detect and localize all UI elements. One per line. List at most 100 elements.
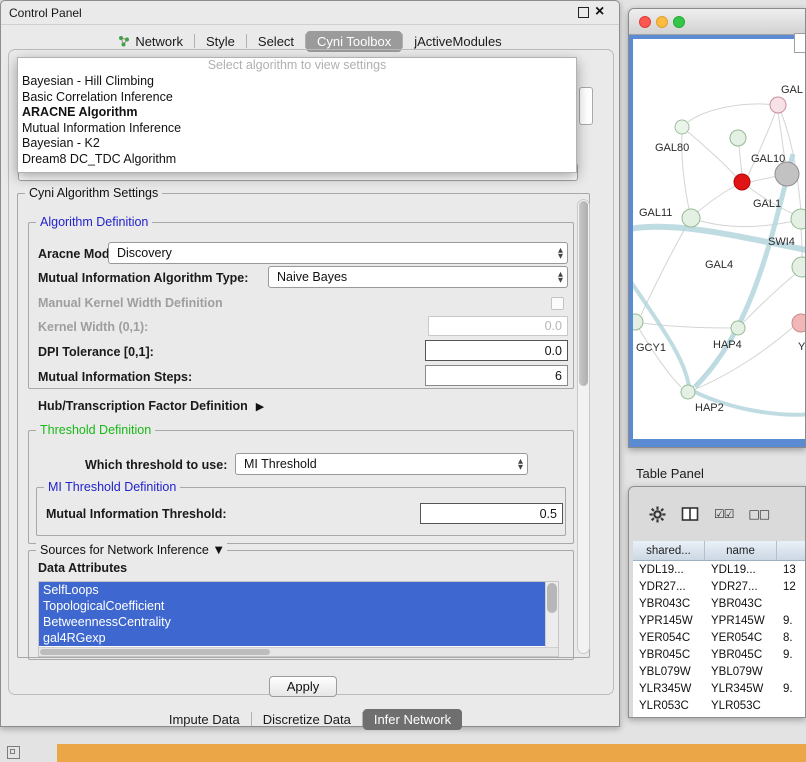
node-label: GAL4	[705, 259, 733, 271]
network-window-titlebar[interactable]	[629, 9, 805, 35]
table-row[interactable]: YER054C YER054C 8.	[633, 629, 806, 646]
cell-shared-name[interactable]: YDR27...	[633, 581, 705, 593]
table-row[interactable]: YLR053C YLR053C	[633, 697, 806, 714]
aracne-mode-combobox[interactable]: Discovery ▲▼	[108, 242, 568, 264]
network-node[interactable]	[731, 321, 745, 335]
table-row[interactable]: YLR345W YLR345W 9.	[633, 680, 806, 697]
algorithm-option[interactable]: Bayesian - K2	[18, 136, 576, 152]
network-node[interactable]	[681, 385, 695, 399]
cell-name[interactable]: YBR045C	[705, 649, 777, 661]
attribute-item-selected[interactable]: SelfLoops	[39, 582, 545, 598]
settings-scrollbar[interactable]	[577, 199, 590, 654]
column-header-name[interactable]: name	[705, 541, 777, 560]
network-node-gray[interactable]	[775, 162, 799, 186]
table-row[interactable]: YBR045C YBR045C 9.	[633, 646, 806, 663]
attribute-item-selected[interactable]: TopologicalCoefficient	[39, 598, 545, 614]
scrollbar-thumb[interactable]	[40, 649, 270, 655]
cell-extra[interactable]: 9.	[777, 683, 806, 695]
cell-extra[interactable]: 13	[777, 564, 806, 576]
cell-name[interactable]: YDR27...	[705, 581, 777, 593]
tab-label: Select	[258, 34, 294, 49]
mi-steps-field[interactable]: 6	[425, 365, 568, 386]
table-row[interactable]: YBL079W YBL079W	[633, 663, 806, 680]
cell-name[interactable]: YBL079W	[705, 666, 777, 678]
cell-extra[interactable]: 8.	[777, 632, 806, 644]
dpi-tolerance-field[interactable]: 0.0	[425, 340, 568, 361]
cell-extra[interactable]: 9.	[777, 649, 806, 661]
group-title-row[interactable]: Sources for Network Inference ▼	[36, 543, 227, 557]
gear-icon[interactable]	[649, 506, 666, 523]
algorithm-option-selected[interactable]: ARACNE Algorithm	[18, 105, 576, 121]
network-graph: GAL GAL80 GAL10 GAL11 GAL1 SWI4 GAL4 GCY…	[633, 39, 806, 441]
network-node-pink[interactable]	[770, 97, 786, 113]
cell-shared-name[interactable]: YLR345W	[633, 683, 705, 695]
select-all-icon[interactable]: ☑☑	[714, 507, 734, 521]
algorithm-option[interactable]: Dream8 DC_TDC Algorithm	[18, 152, 576, 168]
network-scrollbar-fragment[interactable]	[794, 33, 806, 53]
float-window-icon[interactable]	[578, 7, 589, 18]
network-node-red-gal10[interactable]	[734, 174, 750, 190]
window-restore-icon[interactable]	[7, 746, 20, 759]
mi-type-combobox[interactable]: Naive Bayes ▲▼	[268, 266, 568, 288]
mi-threshold-field[interactable]: 0.5	[420, 503, 563, 524]
network-node[interactable]	[675, 120, 689, 134]
network-node[interactable]	[682, 209, 700, 227]
which-threshold-combobox[interactable]: MI Threshold ▲▼	[235, 453, 528, 475]
algorithm-option[interactable]: Bayesian - Hill Climbing	[18, 74, 576, 90]
cell-shared-name[interactable]: YER054C	[633, 632, 705, 644]
scrollbar-thumb[interactable]	[579, 201, 588, 386]
table-row[interactable]: YDL19... YDL19... 13	[633, 561, 806, 578]
cell-extra[interactable]: 9.	[777, 615, 806, 627]
collapsed-arrow-icon[interactable]: ▶	[256, 400, 264, 413]
table-row[interactable]: YPR145W YPR145W 9.	[633, 612, 806, 629]
minimize-traffic-light[interactable]	[656, 16, 668, 28]
cell-shared-name[interactable]: YDL19...	[633, 564, 705, 576]
cell-name[interactable]: YBR043C	[705, 598, 777, 610]
table-row[interactable]: YBR043C YBR043C	[633, 595, 806, 612]
cell-shared-name[interactable]: YPR145W	[633, 615, 705, 627]
close-traffic-light[interactable]	[639, 16, 651, 28]
cell-name[interactable]: YLR053C	[705, 700, 777, 712]
network-node[interactable]	[633, 314, 643, 330]
tab-infer-network[interactable]: Infer Network	[363, 709, 462, 730]
scrollbar-thumb[interactable]	[547, 583, 557, 613]
tab-label: Cyni Toolbox	[317, 34, 391, 49]
kernel-width-field[interactable]: 0.0	[428, 316, 568, 336]
network-canvas[interactable]: GAL GAL80 GAL10 GAL11 GAL1 SWI4 GAL4 GCY…	[633, 39, 805, 439]
list-vertical-scrollbar[interactable]	[545, 582, 558, 649]
algorithm-option[interactable]: Basic Correlation Inference	[18, 90, 576, 106]
network-node[interactable]	[792, 257, 806, 277]
node-label: SWI4	[768, 236, 795, 248]
network-node-pink[interactable]	[792, 314, 806, 332]
cell-shared-name[interactable]: YBR045C	[633, 649, 705, 661]
column-header-shared-name[interactable]: shared...	[633, 541, 705, 560]
expanded-arrow-icon[interactable]: ▼	[215, 545, 223, 556]
zoom-traffic-light[interactable]	[673, 16, 685, 28]
cell-name[interactable]: YER054C	[705, 632, 777, 644]
cell-name[interactable]: YDL19...	[705, 564, 777, 576]
hub-definition-section[interactable]: Hub/Transcription Factor Definition ▶	[38, 399, 264, 413]
network-node[interactable]	[730, 130, 746, 146]
close-icon[interactable]: ×	[595, 5, 604, 19]
attribute-item-selected[interactable]: BetweennessCentrality	[39, 614, 545, 630]
deselect-all-icon[interactable]: □□	[749, 507, 770, 521]
list-horizontal-scrollbar[interactable]	[39, 647, 558, 656]
table-columns-icon[interactable]	[681, 506, 699, 522]
cell-shared-name[interactable]: YBR043C	[633, 598, 705, 610]
network-node[interactable]	[791, 209, 806, 229]
cell-name[interactable]: YPR145W	[705, 615, 777, 627]
apply-button[interactable]: Apply	[269, 676, 337, 697]
attribute-item-selected[interactable]: gal4RGexp	[39, 630, 545, 646]
column-header-extra[interactable]	[777, 541, 806, 560]
table-row[interactable]: YDR27... YDR27... 12	[633, 578, 806, 595]
cell-extra[interactable]: 12	[777, 581, 806, 593]
cell-name[interactable]: YLR345W	[705, 683, 777, 695]
algorithm-option[interactable]: Mutual Information Inference	[18, 121, 576, 137]
mi-steps-label: Mutual Information Steps:	[38, 370, 192, 384]
tab-impute-data[interactable]: Impute Data	[158, 709, 251, 730]
cell-shared-name[interactable]: YLR053C	[633, 700, 705, 712]
tab-discretize-data[interactable]: Discretize Data	[252, 709, 362, 730]
manual-kernel-checkbox[interactable]	[551, 297, 564, 310]
data-attributes-list[interactable]: SelfLoops TopologicalCoefficient Between…	[38, 581, 559, 657]
cell-shared-name[interactable]: YBL079W	[633, 666, 705, 678]
